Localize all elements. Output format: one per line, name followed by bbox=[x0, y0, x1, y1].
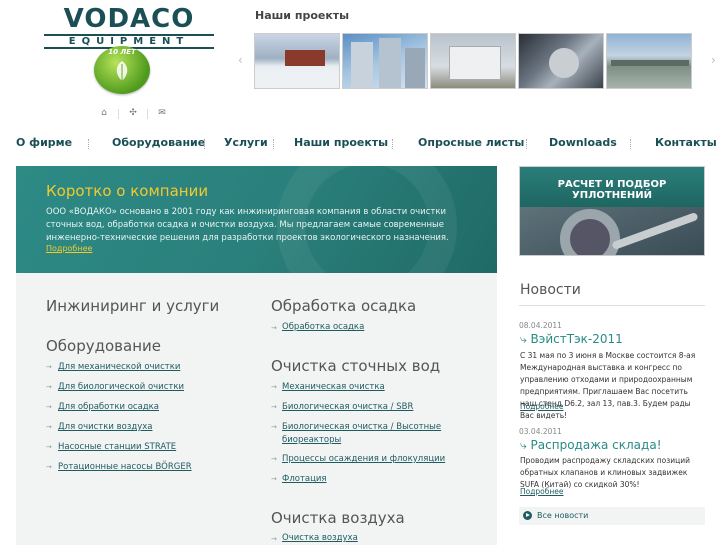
nav-item-projects[interactable]: Наши проекты bbox=[294, 136, 388, 149]
seal-calculation-banner[interactable]: РАСЧЕТ И ПОДБОР УПЛОТНЕНИЙ bbox=[519, 166, 705, 256]
bearing-image bbox=[560, 209, 620, 255]
project-thumbnail[interactable] bbox=[606, 33, 692, 89]
nav-divider bbox=[630, 139, 631, 149]
leaf-icon bbox=[116, 61, 128, 81]
anniversary-badge: 10 ЛЕТ bbox=[94, 46, 150, 94]
project-thumbnails bbox=[254, 33, 692, 89]
badge-text: 10 ЛЕТ bbox=[108, 48, 136, 56]
news-more-link[interactable]: Подробнее bbox=[520, 487, 564, 496]
nav-item-downloads[interactable]: Downloads bbox=[549, 136, 617, 149]
wastewater-link[interactable]: Биологическая очистка / Высотные биореак… bbox=[282, 421, 462, 447]
nav-item-services[interactable]: Услуги bbox=[224, 136, 268, 149]
nav-item-equipment[interactable]: Оборудование bbox=[112, 136, 205, 149]
nav-divider bbox=[204, 139, 205, 149]
project-thumbnail[interactable] bbox=[342, 33, 428, 89]
equipment-link[interactable]: Для обработки осадка bbox=[58, 402, 159, 412]
wastewater-link[interactable]: Процессы осаждения и флокуляции bbox=[282, 454, 445, 464]
hero-title: Коротко о компании bbox=[46, 182, 209, 200]
news-date: 08.04.2011 bbox=[519, 321, 562, 330]
arrow-bullet-icon: → bbox=[46, 443, 52, 451]
news-item-title[interactable]: ⤷ ВэйстТэк-2011 bbox=[520, 332, 623, 347]
news-title-text[interactable]: ВэйстТэк-2011 bbox=[531, 332, 623, 346]
engineering-heading[interactable]: Инжиниринг и услуги bbox=[46, 297, 219, 315]
hero-more-link[interactable]: Подробнее bbox=[46, 244, 92, 253]
header-icons: ⌂ ✣ ✉ bbox=[96, 108, 170, 119]
divider bbox=[118, 109, 119, 119]
news-more-link[interactable]: Подробнее bbox=[520, 402, 564, 411]
arrow-bullet-icon: → bbox=[271, 383, 277, 391]
sludge-heading[interactable]: Обработка осадка bbox=[271, 297, 416, 315]
arrow-bullet-icon: → bbox=[46, 403, 52, 411]
news-text: Проводим распродажу складских позиций об… bbox=[520, 456, 690, 489]
arrow-bullet-icon: → bbox=[271, 455, 277, 463]
project-thumbnail[interactable] bbox=[430, 33, 516, 89]
news-text: С 31 мая по 3 июня в Москве состоится 8-… bbox=[520, 351, 696, 420]
arrow-bullet-icon: → bbox=[46, 423, 52, 431]
equipment-heading[interactable]: Оборудование bbox=[46, 337, 161, 355]
arrow-bullet-icon: → bbox=[271, 535, 277, 543]
equipment-link[interactable]: Для биологической очистки bbox=[58, 382, 184, 392]
about-hero: Коротко о компании ООО «ВОДАКО» основано… bbox=[16, 166, 497, 273]
news-title-text[interactable]: Распродажа склада! bbox=[531, 438, 662, 452]
all-news-label: Все новости bbox=[537, 511, 589, 520]
arrow-bullet-icon: → bbox=[271, 403, 277, 411]
chevron-right-icon[interactable]: › bbox=[711, 53, 716, 67]
nav-divider bbox=[273, 139, 274, 149]
air-link[interactable]: Очистка воздуха bbox=[282, 533, 358, 543]
arrow-bullet-icon: → bbox=[271, 475, 277, 483]
project-thumbnail[interactable] bbox=[518, 33, 604, 89]
news-title: Новости bbox=[520, 282, 581, 298]
nav-divider bbox=[392, 139, 393, 149]
logo[interactable]: VODACO EQUIPMENT bbox=[44, 6, 214, 49]
nav-item-contacts[interactable]: Контакты bbox=[655, 136, 717, 149]
nav-divider bbox=[88, 139, 89, 149]
arrow-bullet-icon: → bbox=[46, 363, 52, 371]
arrow-bullet-icon: → bbox=[271, 423, 277, 431]
equipment-link[interactable]: Насосные станции STRATE bbox=[58, 442, 176, 452]
sludge-link[interactable]: Обработка осадка bbox=[282, 322, 364, 332]
arrow-bullet-icon: → bbox=[46, 383, 52, 391]
wrench-image bbox=[611, 211, 699, 251]
all-news-button[interactable]: Все новости bbox=[519, 507, 705, 525]
arrow-bullet-icon: → bbox=[271, 324, 277, 332]
banner-text: РАСЧЕТ И ПОДБОР УПЛОТНЕНИЙ bbox=[557, 179, 667, 201]
wastewater-link[interactable]: Биологическая очистка / SBR bbox=[282, 402, 413, 412]
hero-text: ООО «ВОДАКО» основано в 2001 году как ин… bbox=[46, 207, 449, 243]
wastewater-link[interactable]: Флотация bbox=[282, 474, 327, 484]
divider bbox=[147, 109, 148, 119]
arrow-bullet-icon: → bbox=[46, 463, 52, 471]
nav-divider bbox=[526, 139, 527, 149]
home-icon[interactable]: ⌂ bbox=[96, 108, 112, 119]
play-icon bbox=[523, 511, 532, 520]
equipment-link[interactable]: Для механической очистки bbox=[58, 362, 180, 372]
sitemap-icon[interactable]: ✣ bbox=[125, 108, 141, 119]
main-nav: О фирме Оборудование Услуги Наши проекты… bbox=[16, 136, 717, 152]
nav-item-about[interactable]: О фирме bbox=[16, 136, 72, 149]
project-thumbnail[interactable] bbox=[254, 33, 340, 89]
wastewater-heading[interactable]: Очистка сточных вод bbox=[271, 357, 440, 375]
air-heading[interactable]: Очистка воздуха bbox=[271, 509, 405, 527]
news-divider bbox=[519, 305, 705, 306]
news-item-title[interactable]: ⤷ Распродажа склада! bbox=[520, 438, 662, 453]
wastewater-link[interactable]: Механическая очистка bbox=[282, 382, 385, 392]
mail-icon[interactable]: ✉ bbox=[154, 108, 170, 119]
equipment-link[interactable]: Ротационные насосы BÖRGER bbox=[58, 462, 192, 472]
equipment-link[interactable]: Для очистки воздуха bbox=[58, 422, 153, 432]
projects-title: Наши проекты bbox=[255, 9, 350, 22]
nav-item-questionnaires[interactable]: Опросные листы bbox=[418, 136, 524, 149]
logo-wordmark: VODACO bbox=[63, 4, 195, 34]
chevron-left-icon[interactable]: ‹ bbox=[238, 53, 243, 67]
news-date: 03.04.2011 bbox=[519, 427, 562, 436]
